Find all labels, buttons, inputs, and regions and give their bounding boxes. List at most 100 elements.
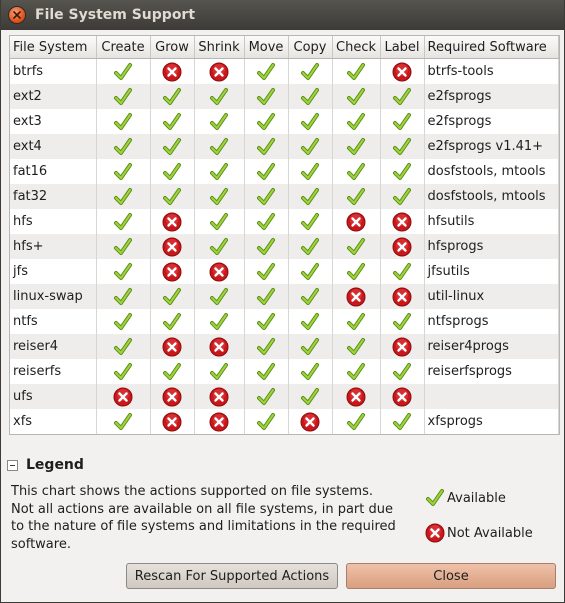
check-icon (209, 312, 229, 332)
file-system-name: ext3 (10, 109, 97, 134)
support-cell (150, 309, 195, 334)
column-header: Move (244, 36, 289, 59)
red-x-icon (346, 387, 366, 407)
support-cell (332, 184, 381, 209)
support-cell (150, 184, 195, 209)
support-cell (244, 409, 289, 434)
legend-available-label: Available (447, 490, 506, 506)
legend-line: This chart shows the actions supported o… (11, 484, 373, 499)
file-system-name: reiser4 (10, 334, 97, 359)
check-icon (300, 337, 320, 357)
red-x-icon (300, 412, 320, 432)
support-cell (380, 84, 425, 109)
required-software: util-linux (424, 284, 559, 309)
support-cell (332, 84, 381, 109)
check-icon (300, 187, 320, 207)
check-icon (392, 412, 412, 432)
file-system-name: ufs (10, 384, 97, 409)
check-icon (346, 237, 366, 257)
support-cell (244, 359, 289, 384)
red-x-icon (113, 387, 133, 407)
support-cell (244, 259, 289, 284)
support-cell (288, 359, 333, 384)
rescan-button[interactable]: Rescan For Supported Actions (126, 563, 338, 589)
check-icon (346, 187, 366, 207)
check-icon (300, 212, 320, 232)
support-cell (380, 259, 425, 284)
support-cell (332, 384, 381, 409)
check-icon (113, 87, 133, 107)
check-icon (209, 287, 229, 307)
check-icon (346, 87, 366, 107)
support-cell (332, 409, 381, 434)
support-cell (244, 134, 289, 159)
support-cell (332, 259, 381, 284)
required-software: hfsprogs (424, 234, 559, 259)
legend-description: This chart shows the actions supported o… (11, 483, 406, 553)
file-system-name: xfs (10, 409, 97, 434)
check-icon (346, 162, 366, 182)
support-cell (194, 209, 245, 234)
check-icon (162, 287, 182, 307)
check-icon (113, 337, 133, 357)
check-icon (256, 337, 276, 357)
legend-expander[interactable]: Legend (7, 457, 84, 473)
check-icon (113, 412, 133, 432)
close-icon[interactable] (9, 7, 25, 23)
support-cell (194, 284, 245, 309)
check-icon (209, 162, 229, 182)
check-icon (392, 87, 412, 107)
support-cell (380, 58, 425, 84)
support-cell (96, 84, 151, 109)
table-row: hfs hfsutils (10, 209, 559, 234)
support-cell (288, 234, 333, 259)
support-cell (380, 284, 425, 309)
support-cell (150, 84, 195, 109)
check-icon (256, 62, 276, 82)
support-cell (288, 159, 333, 184)
check-icon (392, 262, 412, 282)
check-icon (300, 262, 320, 282)
check-icon (209, 362, 229, 382)
check-icon (256, 262, 276, 282)
check-icon (392, 137, 412, 157)
collapse-icon[interactable] (7, 459, 18, 471)
support-cell (244, 209, 289, 234)
red-x-icon (162, 237, 182, 257)
table-row: ntfs ntfsprogs (10, 309, 559, 334)
support-cell (244, 184, 289, 209)
check-icon (113, 162, 133, 182)
check-icon (392, 312, 412, 332)
support-cell (194, 159, 245, 184)
check-icon (256, 387, 276, 407)
red-x-icon (392, 237, 412, 257)
red-x-icon (392, 62, 412, 82)
check-icon (209, 112, 229, 132)
check-icon (162, 362, 182, 382)
red-x-icon (162, 412, 182, 432)
support-cell (194, 234, 245, 259)
support-cell (150, 259, 195, 284)
red-x-icon (162, 212, 182, 232)
support-cell (288, 284, 333, 309)
required-software: btrfs-tools (424, 58, 559, 84)
check-icon (300, 287, 320, 307)
check-icon (162, 87, 182, 107)
legend-line: software. (11, 536, 71, 552)
check-icon (256, 187, 276, 207)
support-cell (244, 234, 289, 259)
required-software: reiserfsprogs (424, 359, 559, 384)
required-software: xfsprogs (424, 409, 559, 434)
check-icon (346, 312, 366, 332)
check-icon (256, 312, 276, 332)
check-icon (300, 137, 320, 157)
file-system-name: linux-swap (10, 284, 97, 309)
red-x-icon (425, 523, 445, 543)
support-cell (96, 259, 151, 284)
file-system-name: jfs (10, 259, 97, 284)
close-button[interactable]: Close (346, 563, 556, 589)
table-row: reiserfs reiserfsprogs (10, 359, 559, 384)
check-icon (425, 488, 445, 508)
file-system-table: File System Create Grow Shrink Move Copy Check… (9, 35, 560, 435)
red-x-icon (392, 387, 412, 407)
